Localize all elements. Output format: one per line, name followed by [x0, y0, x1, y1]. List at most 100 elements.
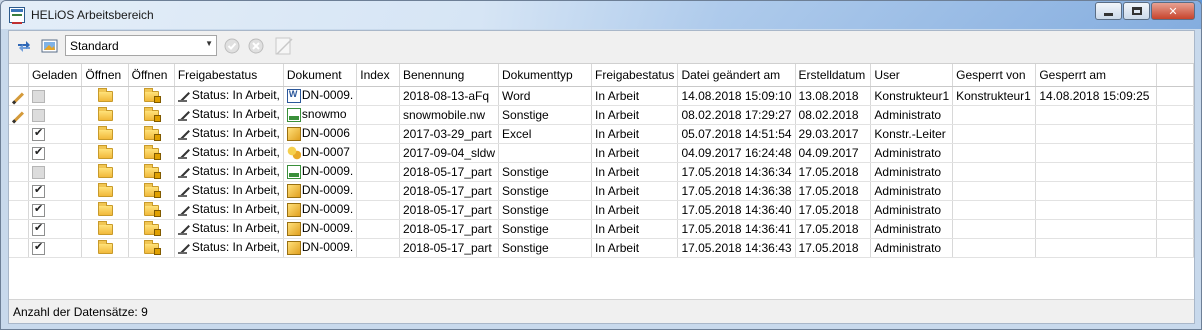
- open-cell[interactable]: [81, 238, 129, 258]
- loaded-checkbox[interactable]: [31, 89, 45, 103]
- document-cell[interactable]: snowmo: [283, 105, 358, 125]
- open-locked-cell[interactable]: [128, 181, 175, 201]
- loaded-checkbox[interactable]: [31, 108, 45, 122]
- header-freigabestatus[interactable]: Freigabestatus: [174, 64, 284, 87]
- folder-lock-icon[interactable]: [143, 163, 161, 179]
- folder-open-icon[interactable]: [97, 182, 113, 197]
- open-cell[interactable]: [81, 181, 129, 201]
- folder-open-icon[interactable]: [97, 163, 113, 178]
- loaded-checkbox[interactable]: [31, 183, 45, 198]
- header-gesperrt-am[interactable]: Gesperrt am: [1035, 64, 1157, 87]
- loaded-cell[interactable]: [28, 238, 83, 258]
- confirm-button[interactable]: [223, 37, 241, 55]
- open-locked-cell[interactable]: [128, 86, 175, 106]
- loaded-cell[interactable]: [28, 200, 83, 220]
- loaded-cell[interactable]: [28, 105, 83, 125]
- open-cell[interactable]: [81, 124, 129, 144]
- folder-open-icon[interactable]: [97, 106, 113, 121]
- close-button[interactable]: ✕: [1151, 2, 1195, 20]
- document-cell[interactable]: DN-0009.: [283, 238, 358, 258]
- header-index[interactable]: Index: [356, 64, 400, 87]
- open-locked-cell[interactable]: [128, 200, 175, 220]
- minimize-button[interactable]: [1095, 2, 1122, 20]
- loaded-checkbox[interactable]: [31, 145, 45, 160]
- header-dokument[interactable]: Dokument: [283, 64, 358, 87]
- folder-lock-icon[interactable]: [143, 182, 161, 198]
- document-cell[interactable]: DN-0009.: [283, 200, 358, 220]
- loaded-checkbox[interactable]: [31, 221, 45, 236]
- open-locked-cell[interactable]: [128, 143, 175, 163]
- header-datei-geaendert[interactable]: Datei geändert am: [677, 64, 796, 87]
- header-dokumenttyp[interactable]: Dokumenttyp: [498, 64, 593, 87]
- table-row[interactable]: Status: In Arbeit, DN-0009. 2018-05-17_par…: [9, 162, 1194, 182]
- header-gesperrt-von[interactable]: Gesperrt von: [952, 64, 1037, 87]
- document-cell[interactable]: DN-0009.: [283, 219, 358, 239]
- folder-open-icon[interactable]: [97, 201, 113, 216]
- header-geladen[interactable]: Geladen: [28, 64, 83, 87]
- header-benennung[interactable]: Benennung: [399, 64, 500, 87]
- name-cell: 2017-09-04_sldw: [399, 143, 500, 163]
- folder-lock-icon[interactable]: [143, 201, 161, 217]
- view-select[interactable]: Standard ▼: [65, 35, 217, 56]
- document-cell[interactable]: DN-0007: [283, 143, 358, 163]
- document-cell[interactable]: DN-0009.: [283, 86, 358, 106]
- open-cell[interactable]: [81, 200, 129, 220]
- header-oeffnen[interactable]: Öffnen: [81, 64, 129, 87]
- cancel-button[interactable]: [247, 37, 265, 55]
- folder-lock-icon[interactable]: [143, 220, 161, 236]
- open-cell[interactable]: [81, 219, 129, 239]
- loaded-cell[interactable]: [28, 124, 83, 144]
- folder-open-icon[interactable]: [97, 220, 113, 235]
- header-erstelldatum[interactable]: Erstelldatum: [795, 64, 872, 87]
- table-row[interactable]: Status: In Arbeit, DN-0009. 2018-05-17_par…: [9, 219, 1194, 239]
- loaded-checkbox[interactable]: [31, 202, 45, 217]
- document-cell[interactable]: DN-0009.: [283, 162, 358, 182]
- folder-lock-icon[interactable]: [143, 125, 161, 141]
- header-freigabestatus-2[interactable]: Freigabestatus: [591, 64, 679, 87]
- folder-open-icon[interactable]: [97, 87, 113, 102]
- refresh-button[interactable]: [15, 37, 33, 55]
- table-row[interactable]: Status: In Arbeit, DN-0009. 2018-05-17_par…: [9, 181, 1194, 201]
- clear-selection-button[interactable]: [273, 37, 295, 55]
- folder-lock-icon[interactable]: [143, 239, 161, 255]
- open-cell[interactable]: [81, 105, 129, 125]
- table-row[interactable]: Status: In Arbeit, DN-0009. 2018-08-13-aFq…: [9, 86, 1194, 106]
- open-cell[interactable]: [81, 162, 129, 182]
- maximize-button[interactable]: [1123, 2, 1150, 20]
- loaded-cell[interactable]: [28, 181, 83, 201]
- document-cell[interactable]: DN-0009.: [283, 181, 358, 201]
- loaded-checkbox[interactable]: [31, 165, 45, 179]
- created-cell: 17.05.2018: [795, 162, 872, 182]
- loaded-cell[interactable]: [28, 143, 83, 163]
- loaded-checkbox[interactable]: [31, 126, 45, 141]
- open-locked-cell[interactable]: [128, 162, 175, 182]
- folder-open-icon[interactable]: [97, 239, 113, 254]
- table-row[interactable]: Status: In Arbeit, DN-0009. 2018-05-17_par…: [9, 238, 1194, 258]
- folder-open-icon[interactable]: [97, 144, 113, 159]
- table-row[interactable]: Status: In Arbeit, DN-0006 2017-03-29_part…: [9, 124, 1194, 144]
- open-locked-cell[interactable]: [128, 238, 175, 258]
- loaded-checkbox[interactable]: [31, 240, 45, 255]
- folder-lock-icon[interactable]: [143, 106, 161, 122]
- open-locked-cell[interactable]: [128, 219, 175, 239]
- title-bar[interactable]: HELiOS Arbeitsbereich ✕: [1, 1, 1201, 29]
- table-row[interactable]: Status: In Arbeit, DN-0009. 2018-05-17_par…: [9, 200, 1194, 220]
- window-controls: ✕: [1094, 2, 1195, 20]
- header-oeffnen-locked[interactable]: Öffnen: [128, 64, 175, 87]
- document-cell[interactable]: DN-0006: [283, 124, 358, 144]
- folder-lock-icon[interactable]: [143, 87, 161, 103]
- folder-lock-icon[interactable]: [143, 144, 161, 160]
- open-cell[interactable]: [81, 86, 129, 106]
- loaded-cell[interactable]: [28, 219, 83, 239]
- header-user[interactable]: User: [870, 64, 954, 87]
- picture-button[interactable]: [41, 37, 59, 55]
- loaded-cell[interactable]: [28, 86, 83, 106]
- folder-open-icon[interactable]: [97, 125, 113, 140]
- created-cell: 17.05.2018: [795, 200, 872, 220]
- loaded-cell[interactable]: [28, 162, 83, 182]
- table-row[interactable]: Status: In Arbeit, DN-0007 2017-09-04_sldw…: [9, 143, 1194, 163]
- table-row[interactable]: Status: In Arbeit, snowmo snowmobile.nw Son…: [9, 105, 1194, 125]
- open-locked-cell[interactable]: [128, 124, 175, 144]
- open-cell[interactable]: [81, 143, 129, 163]
- open-locked-cell[interactable]: [128, 105, 175, 125]
